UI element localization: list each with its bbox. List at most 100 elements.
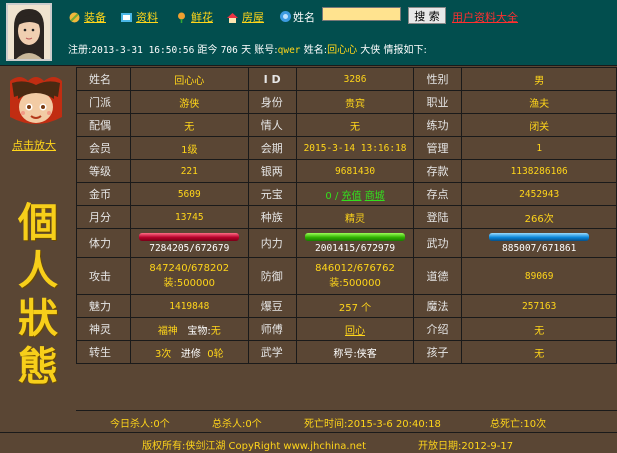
user-avatar[interactable] xyxy=(6,3,52,61)
identity-label: 身份 xyxy=(247,90,297,114)
shop-link[interactable]: 商城 xyxy=(365,191,385,202)
martial-value: 885007/671861 xyxy=(502,242,577,254)
zoom-portrait-link[interactable]: 点击放大 xyxy=(12,137,56,153)
points-label: 存点 xyxy=(413,182,463,206)
advance-value: 0轮 xyxy=(207,348,224,360)
master-cell: 回心 xyxy=(295,317,415,341)
nav-profile-label[interactable]: 资料 xyxy=(136,9,158,25)
table-row: 金币 5609 元宝 0 / 充值 商城 存点 2452943 xyxy=(76,182,617,206)
gold-label: 金币 xyxy=(76,182,131,206)
reg-account: qwer xyxy=(277,45,301,56)
admin-value: 1 xyxy=(461,136,617,160)
nav-flower[interactable]: 鲜花 xyxy=(175,9,213,25)
member-label: 会员 xyxy=(76,136,131,160)
gold-value: 5609 xyxy=(129,182,249,206)
nav-flower-label[interactable]: 鲜花 xyxy=(191,9,213,25)
introducer-value: 无 xyxy=(461,317,617,341)
race-value: 精灵 xyxy=(295,205,415,229)
martial-cell: 885007/671861 xyxy=(461,228,617,258)
flower-icon xyxy=(175,11,188,24)
wuxue-label: 武学 xyxy=(247,340,297,364)
total-deaths: 总死亡:10次 xyxy=(490,419,547,430)
title-cell: 称号:侠客 xyxy=(295,340,415,364)
reg-mid1: 距今 xyxy=(197,45,218,56)
login-label: 登陆 xyxy=(413,205,463,229)
table-row: 等级 221 银两 9681430 存款 1138286106 xyxy=(76,159,617,183)
today-kills: 今日杀人:0个 xyxy=(110,419,170,430)
table-row: 体力 7284205/672679 内力 2001415/672979 武功 8… xyxy=(76,228,617,258)
silver-value: 9681430 xyxy=(295,159,415,183)
attack-label: 攻击 xyxy=(76,257,131,295)
level-label: 等级 xyxy=(76,159,131,183)
spouse-label: 配偶 xyxy=(76,113,131,137)
rebirth-label: 转生 xyxy=(76,340,131,364)
stamina-label: 体力 xyxy=(76,228,131,258)
character-portrait[interactable] xyxy=(6,73,66,135)
lover-value: 无 xyxy=(295,113,415,137)
defense-value: 846012/676762 xyxy=(315,263,395,274)
spouse-value: 无 xyxy=(129,113,249,137)
beans-label: 爆豆 xyxy=(247,294,297,318)
magic-label: 魔法 xyxy=(413,294,463,318)
inner-cell: 2001415/672979 xyxy=(295,228,415,258)
term-label: 会期 xyxy=(247,136,297,160)
deposit-label: 存款 xyxy=(413,159,463,183)
reg-name: 回心心 xyxy=(327,45,358,56)
table-row: 月分 13745 种族 精灵 登陆 266次 xyxy=(76,205,617,229)
nav-house-label[interactable]: 房屋 xyxy=(242,9,264,25)
table-row: 攻击 847240/678202 装:500000 防御 846012/6767… xyxy=(76,257,617,295)
nav-equipment[interactable]: 装备 xyxy=(68,9,106,25)
login-value: 266次 xyxy=(461,205,617,229)
nav-profile[interactable]: 资料 xyxy=(120,9,158,25)
reg-mid2: 天 账号: xyxy=(241,45,278,56)
reg-date: 2013-3-31 16:50:56 xyxy=(91,45,195,56)
defense-equip: 装:500000 xyxy=(329,278,381,289)
copyright: 版权所有:侠剑江湖 CopyRight www.jhchina.net xyxy=(142,441,367,452)
defense-label: 防御 xyxy=(247,257,297,295)
identity-value: 贵宾 xyxy=(295,90,415,114)
sect-value: 游侠 xyxy=(129,90,249,114)
footer: 版权所有:侠剑江湖 CopyRight www.jhchina.net 开放日期… xyxy=(0,432,617,453)
children-label: 孩子 xyxy=(413,340,463,364)
yuanbao-sep: / xyxy=(334,190,339,202)
table-row: 姓名 回心心 I D 3286 性别 男 xyxy=(76,67,617,91)
table-row: 转生 3次 进修 0轮 武学 称号:侠客 孩子 无 xyxy=(76,340,617,364)
inner-value: 2001415/672979 xyxy=(315,242,396,254)
recharge-link[interactable]: 充值 xyxy=(342,191,362,202)
admin-label: 管理 xyxy=(413,136,463,160)
master-link[interactable]: 回心 xyxy=(345,326,365,337)
nav-equipment-label[interactable]: 装备 xyxy=(84,9,106,25)
personal-status-title: 個 人 狀 態 xyxy=(0,199,76,391)
reg-tail: 大侠 情报如下: xyxy=(360,45,427,56)
yuanbao-label: 元宝 xyxy=(247,182,297,206)
gender-value: 男 xyxy=(461,67,617,91)
table-row: 配偶 无 情人 无 练功 闭关 xyxy=(76,113,617,137)
children-value: 无 xyxy=(461,340,617,364)
magic-value: 257163 xyxy=(461,294,617,318)
reg-days: 706 xyxy=(220,45,238,56)
silver-label: 银两 xyxy=(247,159,297,183)
inner-label: 内力 xyxy=(247,228,297,258)
table-row: 会员 1级 会期 2015-3-14 13:16:18 管理 1 xyxy=(76,136,617,160)
yuanbao-cell: 0 / 充值 商城 xyxy=(295,182,415,206)
job-value: 渔夫 xyxy=(461,90,617,114)
left-column: 点击放大 個 人 狀 態 xyxy=(0,67,76,434)
lover-label: 情人 xyxy=(247,113,297,137)
death-time: 死亡时间:2015-3-6 20:40:18 xyxy=(304,419,441,430)
charm-label: 魅力 xyxy=(76,294,131,318)
total-kills: 总杀人:0个 xyxy=(212,419,262,430)
id-label: I D xyxy=(247,67,297,91)
monthly-label: 月分 xyxy=(76,205,131,229)
sect-label: 门派 xyxy=(76,90,131,114)
nav-house[interactable]: 房屋 xyxy=(226,9,264,25)
search-input[interactable] xyxy=(322,7,401,21)
attack-cell: 847240/678202 装:500000 xyxy=(129,257,249,295)
open-date: 开放日期:2012-9-17 xyxy=(418,441,514,452)
all-users-link[interactable]: 用户资料大全 xyxy=(452,9,518,25)
level-value: 221 xyxy=(129,159,249,183)
name-value: 回心心 xyxy=(129,67,249,91)
search-button[interactable]: 搜 索 xyxy=(408,7,446,24)
house-icon xyxy=(226,11,239,24)
pet-value: 无 xyxy=(210,325,221,337)
charm-value: 1419848 xyxy=(129,294,249,318)
